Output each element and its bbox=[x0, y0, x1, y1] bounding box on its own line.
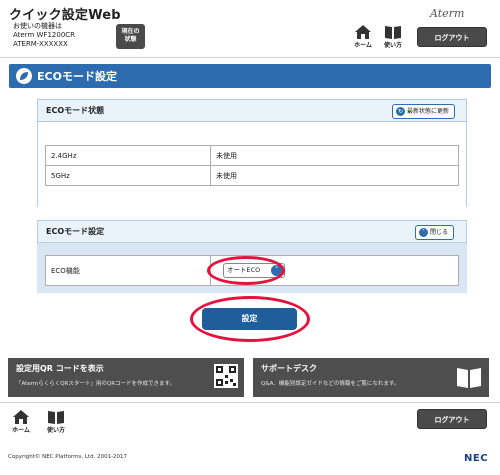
support-card-title: サポートデスク bbox=[261, 364, 317, 373]
close-section-button[interactable]: ˄ 閉じる bbox=[415, 225, 455, 240]
footer-home-label: ホーム bbox=[12, 427, 30, 434]
home-icon bbox=[13, 410, 29, 424]
device-id: ATERM-XXXXXX bbox=[13, 40, 68, 48]
page-title-bar: ECOモード設定 bbox=[9, 64, 491, 88]
current-status-button[interactable]: 現在の 状態 bbox=[116, 24, 145, 49]
chevron-up-icon: ˄ bbox=[419, 228, 428, 237]
refresh-status-button[interactable]: ↻ 最新状態に更新 bbox=[392, 104, 456, 119]
qr-card-desc: 「AtermらくらくQRスタート」用のQRコードを作成できます。 bbox=[16, 381, 175, 387]
eco-status-header: ECOモード状態 ↻ 最新状態に更新 bbox=[37, 99, 467, 122]
book-icon bbox=[48, 411, 64, 424]
book-icon bbox=[385, 26, 401, 39]
eco-status-table: 2.4GHz 未使用 5GHz 未使用 bbox=[45, 145, 459, 186]
table-row: 2.4GHz 未使用 bbox=[45, 145, 459, 166]
band-cell: 5GHz bbox=[45, 165, 211, 186]
refresh-icon: ↻ bbox=[396, 107, 405, 116]
copyright: Copyright© NEC Platforms, Ltd. 2001-2017 bbox=[8, 454, 128, 460]
footer-logout-button[interactable]: ログアウト bbox=[417, 409, 487, 429]
save-highlight-ellipse bbox=[190, 296, 310, 342]
leaf-icon bbox=[16, 68, 32, 84]
select-highlight-ellipse bbox=[207, 256, 285, 285]
footer-divider bbox=[0, 402, 500, 403]
footer-guide-label: 使い方 bbox=[46, 427, 65, 434]
status-button-line2: 状態 bbox=[124, 36, 137, 43]
qr-code-icon bbox=[214, 364, 238, 388]
device-label: お使いの機器は bbox=[13, 22, 62, 30]
eco-status-panel: ECOモード状態 ↻ 最新状態に更新 2.4GHz 未使用 5GHz 未使用 bbox=[37, 99, 467, 207]
home-button[interactable]: ホーム bbox=[351, 25, 375, 49]
eco-settings-heading: ECOモード設定 bbox=[46, 227, 105, 236]
header: クイック設定Web お使いの機器は Aterm WF1200CR ATERM-X… bbox=[0, 0, 500, 57]
status-cell: 未使用 bbox=[210, 165, 459, 186]
page-title: ECOモード設定 bbox=[37, 70, 117, 83]
guide-label: 使い方 bbox=[383, 42, 402, 49]
eco-settings-header: ECOモード設定 ˄ 閉じる bbox=[37, 220, 467, 243]
table-row: 5GHz 未使用 bbox=[45, 165, 459, 186]
logout-button[interactable]: ログアウト bbox=[417, 27, 487, 47]
qr-card-title: 設定用QR コードを表示 bbox=[16, 364, 104, 373]
footer-home-button[interactable]: ホーム bbox=[9, 410, 33, 434]
status-cell: 未使用 bbox=[210, 145, 459, 166]
home-icon bbox=[355, 25, 371, 39]
support-card-desc: Q&A、機能別設定ガイドなどの情報をご覧になれます。 bbox=[261, 381, 400, 387]
support-desk-card[interactable]: サポートデスク Q&A、機能別設定ガイドなどの情報をご覧になれます。 bbox=[253, 358, 489, 397]
close-label: 閉じる bbox=[430, 229, 449, 236]
footer-guide-button[interactable]: 使い方 bbox=[44, 410, 68, 434]
home-label: ホーム bbox=[354, 42, 372, 49]
qr-code-card[interactable]: 設定用QR コードを表示 「AtermらくらくQRスタート」用のQRコードを作成… bbox=[8, 358, 244, 397]
device-info: お使いの機器は Aterm WF1200CR ATERM-XXXXXX bbox=[13, 22, 75, 49]
device-model: Aterm WF1200CR bbox=[13, 31, 76, 39]
app-title: クイック設定Web bbox=[9, 8, 121, 23]
guide-button[interactable]: 使い方 bbox=[381, 25, 405, 49]
corp-logo: NEC bbox=[464, 453, 489, 464]
band-cell: 2.4GHz bbox=[45, 145, 211, 166]
status-button-line1: 現在の bbox=[121, 28, 140, 35]
brand-logo: Aterm bbox=[430, 7, 465, 20]
eco-status-heading: ECOモード状態 bbox=[46, 106, 105, 115]
eco-function-label: ECO機能 bbox=[45, 255, 211, 286]
book-icon bbox=[457, 368, 481, 388]
header-divider bbox=[0, 57, 500, 58]
refresh-label: 最新状態に更新 bbox=[407, 108, 450, 115]
